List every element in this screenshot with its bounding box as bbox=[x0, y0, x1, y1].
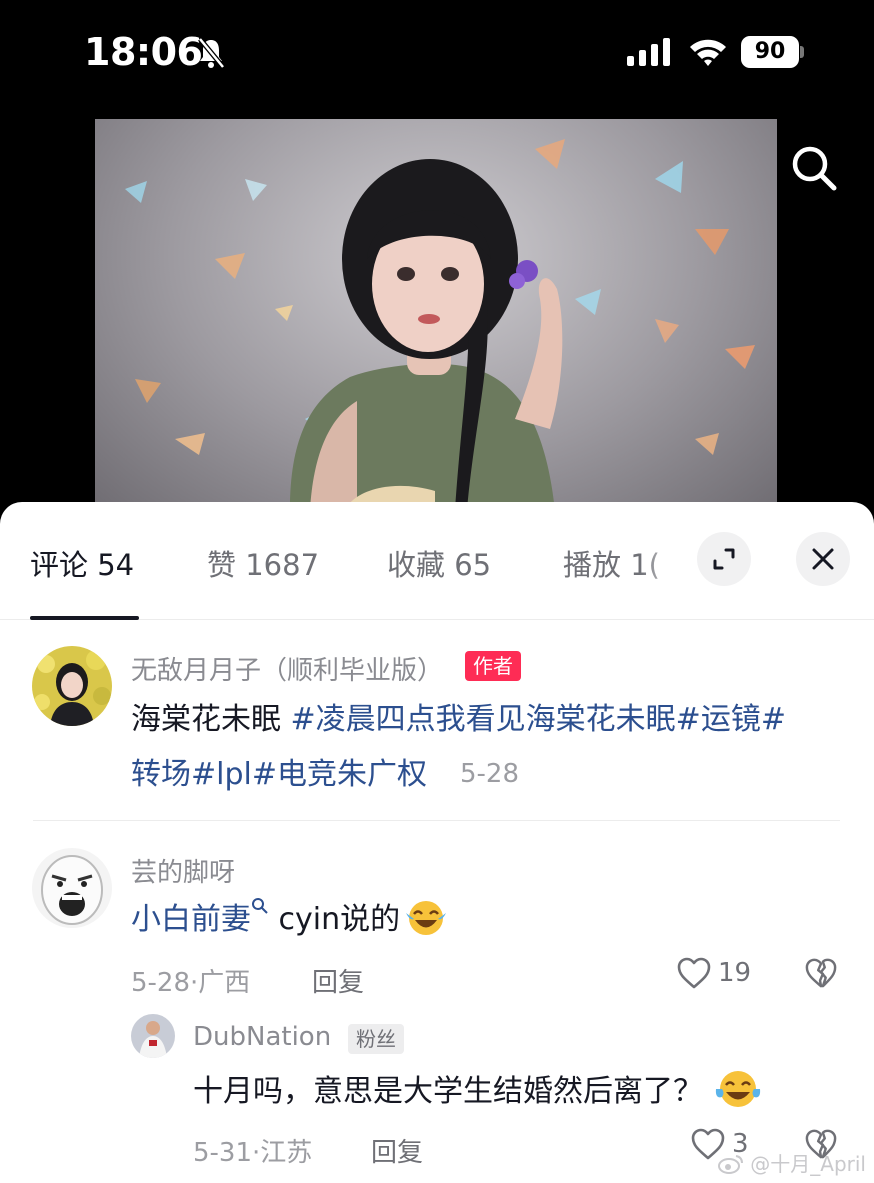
comment-date-location: 5-28·广西 bbox=[131, 968, 251, 998]
avatar-image bbox=[32, 646, 112, 726]
expand-button[interactable] bbox=[697, 532, 751, 586]
hashtag-link[interactable]: 转场#lpl#电竞朱广权 bbox=[131, 757, 427, 792]
cellular-signal-icon bbox=[627, 38, 670, 66]
heart-icon bbox=[677, 957, 711, 989]
comment-username[interactable]: 芸的脚呀 bbox=[131, 852, 235, 889]
battery-nub bbox=[800, 46, 804, 58]
status-time: 18:06 bbox=[84, 30, 203, 74]
reply-button[interactable]: 回复 bbox=[371, 1132, 423, 1169]
video-image bbox=[125, 139, 755, 510]
comment-username[interactable]: 无敌月月子（顺利毕业版） bbox=[131, 650, 443, 687]
weibo-logo-icon bbox=[717, 1155, 743, 1174]
avatar[interactable] bbox=[32, 848, 112, 928]
user-mention-link[interactable]: 小白前妻 bbox=[131, 902, 251, 937]
status-bar: 18:06 90 bbox=[0, 0, 874, 110]
battery-indicator: 90 bbox=[741, 36, 799, 68]
comment-text-plain: 海棠花未眠 bbox=[131, 702, 291, 737]
fan-badge: 粉丝 bbox=[348, 1024, 404, 1054]
comment-divider bbox=[33, 820, 840, 821]
hashtag-link[interactable]: #凌晨四点我看见海棠花未眠#运镜# bbox=[291, 702, 786, 737]
search-small-icon bbox=[252, 898, 268, 914]
comment-text-body: 十月吗，意思是大学生结婚然后离了？ bbox=[193, 1074, 703, 1109]
laughing-crying-emoji-icon bbox=[406, 901, 447, 935]
comment-username[interactable]: DubNation bbox=[193, 1022, 331, 1052]
comment-text-body: cyin说的 bbox=[269, 902, 401, 937]
wifi-icon bbox=[690, 39, 726, 66]
tears-of-joy-emoji-icon bbox=[715, 1071, 761, 1107]
comment-item: 芸的脚呀 小白前妻 cyin说的 5-28·广西 回复 19 bbox=[0, 822, 874, 1012]
tab-bar: 评论 54 赞 1687 收藏 65 播放 1( bbox=[0, 502, 874, 620]
comment-text: 小白前妻 cyin说的 bbox=[131, 892, 831, 947]
watermark-text: @十月_April bbox=[750, 1152, 866, 1176]
tab-favorites[interactable]: 收藏 65 bbox=[387, 542, 491, 584]
avatar-image bbox=[131, 1014, 175, 1058]
reply-button[interactable]: 回复 bbox=[312, 962, 364, 999]
tab-comments[interactable]: 评论 54 bbox=[30, 542, 134, 584]
comment-date-location: 5-31·江苏 bbox=[193, 1138, 313, 1168]
like-button[interactable]: 19 bbox=[676, 956, 751, 990]
comment-item: 无敌月月子（顺利毕业版） 作者 海棠花未眠 #凌晨四点我看见海棠花未眠#运镜# 转… bbox=[0, 620, 874, 820]
video-thumbnail[interactable] bbox=[95, 119, 777, 510]
author-badge: 作者 bbox=[465, 651, 521, 681]
tab-likes[interactable]: 赞 1687 bbox=[207, 542, 319, 584]
avatar[interactable] bbox=[131, 1014, 175, 1058]
comment-date: 5-28 bbox=[460, 759, 520, 789]
expand-icon bbox=[713, 548, 735, 570]
dislike-broken-heart-icon[interactable] bbox=[803, 957, 839, 989]
avatar-image bbox=[32, 848, 112, 928]
comment-text: 十月吗，意思是大学生结婚然后离了？ bbox=[193, 1064, 853, 1119]
comment-panel: 评论 54 赞 1687 收藏 65 播放 1(无敌月月子（顺利毕业版） 作者… bbox=[0, 502, 874, 1183]
bell-muted-icon bbox=[198, 37, 225, 69]
close-icon bbox=[812, 548, 834, 570]
tab-overflow-fade bbox=[640, 532, 700, 592]
close-button[interactable] bbox=[796, 532, 850, 586]
search-icon[interactable] bbox=[788, 142, 840, 194]
video-area[interactable] bbox=[0, 110, 874, 510]
avatar[interactable] bbox=[32, 646, 112, 726]
like-count: 19 bbox=[718, 958, 752, 988]
watermark: @十月_April bbox=[717, 1148, 866, 1177]
